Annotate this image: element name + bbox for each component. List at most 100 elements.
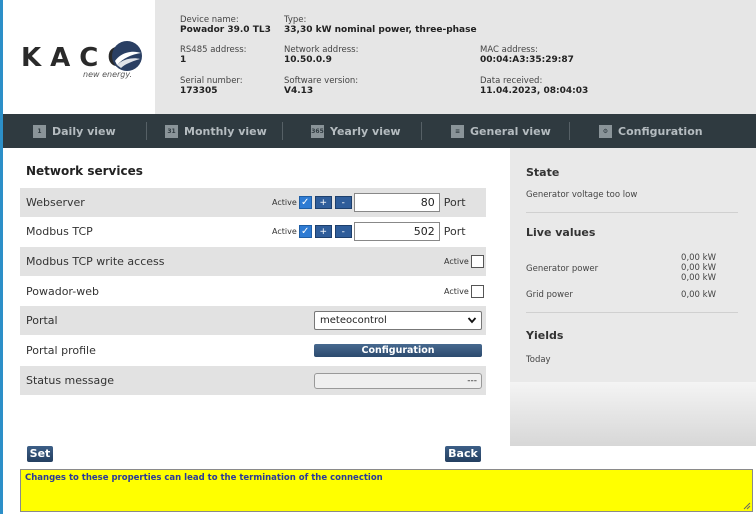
webserver-label: Webserver <box>26 196 85 209</box>
nav-divider <box>421 122 422 140</box>
page-title: Network services <box>26 164 143 178</box>
serial-info: Serial number: 173305 <box>180 76 243 97</box>
resize-grip-icon[interactable] <box>743 502 751 510</box>
webserver-port-decrement-button[interactable]: - <box>334 196 352 209</box>
grid-power-value: 0,00 kW <box>681 290 716 300</box>
nav-divider <box>282 122 283 140</box>
generator-power-label: Generator power <box>526 264 599 274</box>
calendar-year-icon: 365 <box>311 124 324 138</box>
nav-yearly-view[interactable]: 365 Yearly view <box>311 114 401 148</box>
serial-label: Serial number: <box>180 76 243 86</box>
set-button[interactable]: Set <box>27 446 53 462</box>
nav-daily-label: Daily view <box>52 124 116 138</box>
back-button[interactable]: Back <box>445 446 481 462</box>
modbus-port-label: Port <box>443 225 466 238</box>
status-message-label: Status message <box>26 374 114 387</box>
state-title: State <box>526 166 560 179</box>
webserver-active-label: Active <box>272 198 297 207</box>
chevron-down-icon <box>467 317 477 324</box>
generator-value-2: 0,00 kW <box>681 263 716 273</box>
powador-web-row: Powador-web Active <box>20 277 486 306</box>
powador-web-active-label: Active <box>444 287 469 296</box>
today-label: Today <box>526 355 551 365</box>
device-type-value: 33,30 kW nominal power, three-phase <box>284 25 477 35</box>
nav-monthly-label: Monthly view <box>184 124 267 138</box>
webserver-controls: Active ✓ + - 80 Port <box>272 188 466 217</box>
software-info: Software version: V4.13 <box>284 76 358 97</box>
modbus-write-checkbox[interactable] <box>470 255 484 268</box>
device-name-label: Device name: <box>180 15 239 25</box>
mac-address-value: 00:04:A3:35:29:87 <box>480 55 574 65</box>
webserver-port-label: Port <box>443 196 466 209</box>
modbus-tcp-label: Modbus TCP <box>26 225 93 238</box>
kaco-logo: KACO new energy. <box>3 0 155 114</box>
nav-general-label: General view <box>470 124 551 138</box>
modbus-port-increment-button[interactable]: + <box>314 225 332 238</box>
panel-divider <box>526 312 738 313</box>
webserver-row: Webserver Active ✓ + - 80 Port <box>20 188 486 217</box>
portal-select[interactable]: meteocontrol <box>314 311 482 330</box>
webserver-active-checkbox[interactable]: ✓ <box>298 196 312 209</box>
modbus-write-row: Modbus TCP write access Active <box>20 247 486 276</box>
software-label: Software version: <box>284 76 359 86</box>
nav-monthly-view[interactable]: 31 Monthly view <box>165 114 267 148</box>
data-received-value: 11.04.2023, 08:04:03 <box>480 86 589 96</box>
nav-configuration-label: Configuration <box>618 124 703 138</box>
nav-divider <box>569 122 570 140</box>
nav-divider <box>146 122 147 140</box>
webserver-port-increment-button[interactable]: + <box>314 196 332 209</box>
nav-daily-view[interactable]: 1 Daily view <box>33 114 116 148</box>
kaco-swoosh-icon <box>112 41 142 71</box>
powador-web-label: Powador-web <box>26 285 99 298</box>
software-value: V4.13 <box>284 86 314 96</box>
status-message-row: Status message --- <box>20 366 486 395</box>
modbus-active-label: Active <box>272 227 297 236</box>
data-received-info: Data received: 11.04.2023, 08:04:03 <box>480 76 588 97</box>
checkmark-icon: ✓ <box>301 225 310 237</box>
mac-address-label: MAC address: <box>480 45 538 55</box>
calendar-day-icon: 1 <box>33 124 46 138</box>
modbus-write-controls: Active <box>444 247 484 276</box>
portal-row: Portal meteocontrol <box>20 306 486 335</box>
modbus-write-active-label: Active <box>444 257 469 266</box>
device-name-value: Powador 39.0 TL3 <box>180 25 271 35</box>
generator-value-1: 0,00 kW <box>681 253 716 263</box>
modbus-tcp-row: Modbus TCP Active ✓ + - 502 Port <box>20 217 486 246</box>
live-values-title: Live values <box>526 226 596 239</box>
warning-textarea[interactable]: Changes to these properties can lead to … <box>20 469 753 512</box>
network-address-label: Network address: <box>284 45 359 55</box>
main-nav: 1 Daily view 31 Monthly view 365 Yearly … <box>3 114 756 148</box>
modbus-port-decrement-button[interactable]: - <box>334 225 352 238</box>
wrench-icon: ⚙ <box>599 124 612 138</box>
panel-footer <box>510 382 756 446</box>
network-address-value: 10.50.0.9 <box>284 55 332 65</box>
nav-configuration[interactable]: ⚙ Configuration <box>599 114 703 148</box>
generator-value-3: 0,00 kW <box>681 273 716 283</box>
modbus-port-input[interactable]: 502 <box>353 222 440 241</box>
network-address-info: Network address: 10.50.0.9 <box>284 45 358 66</box>
serial-value: 173305 <box>180 86 218 96</box>
calendar-month-icon: 31 <box>165 124 178 138</box>
modbus-active-checkbox[interactable]: ✓ <box>298 225 312 238</box>
powador-web-controls: Active <box>444 277 484 306</box>
overview-icon: ≡ <box>451 124 464 138</box>
portal-configuration-button[interactable]: Configuration <box>314 344 482 357</box>
webserver-port-input[interactable]: 80 <box>353 193 440 212</box>
logo-tagline: new energy. <box>83 70 133 79</box>
state-text: Generator voltage too low <box>526 190 638 200</box>
rs485-info: RS485 address: 1 <box>180 45 247 66</box>
portal-profile-row: Portal profile Configuration <box>20 336 486 365</box>
checkmark-icon: ✓ <box>301 196 310 208</box>
data-received-label: Data received: <box>480 76 543 86</box>
device-type-label: Type: <box>284 15 307 25</box>
nav-general-view[interactable]: ≡ General view <box>451 114 551 148</box>
modbus-write-label: Modbus TCP write access <box>26 255 165 268</box>
device-name-info: Device name: Powador 39.0 TL3 <box>180 15 271 36</box>
portal-profile-label: Portal profile <box>26 344 96 357</box>
rs485-label: RS485 address: <box>180 45 247 55</box>
yields-title: Yields <box>526 329 564 342</box>
grid-power-label: Grid power <box>526 290 573 300</box>
status-message-field: --- <box>314 373 482 389</box>
warning-text: Changes to these properties can lead to … <box>25 473 383 483</box>
powador-web-checkbox[interactable] <box>470 285 484 298</box>
